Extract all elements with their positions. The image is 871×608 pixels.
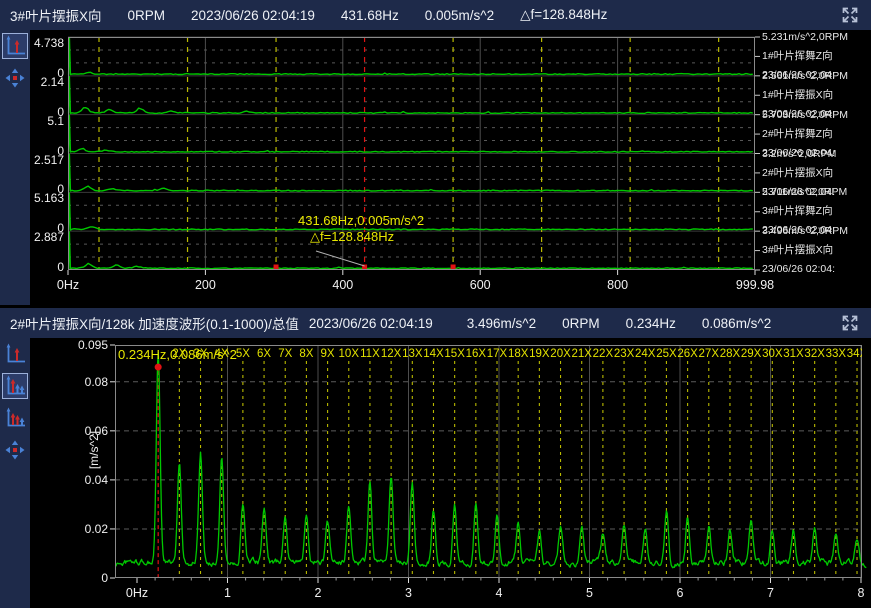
x-tick-label: 999.98	[736, 278, 774, 292]
trace-total-label: 3.2m/s^2,0RPM	[762, 148, 836, 161]
harmonic-spectrum-canvas[interactable]	[115, 345, 862, 578]
band-ymin-label: 0	[30, 182, 64, 196]
trace-total-label: 5.231m/s^2,0RPM	[762, 31, 848, 44]
panel2-rpm-readout: 0RPM	[562, 316, 600, 331]
trace-total-label: 5.711m/s^2,0RPM	[762, 186, 847, 199]
band-ymax-label: 5.1	[30, 114, 64, 128]
trace-channel-label: 3#叶片挥舞Z向	[762, 205, 833, 218]
y-tick-label: 0.06	[50, 424, 108, 438]
panel1-delta-f: △f=128.848Hz	[520, 7, 607, 23]
trace-channel-label: 2#叶片挥舞Z向	[762, 128, 833, 141]
panel1-content: 4.73802.1405.102.51705.16302.88705.231m/…	[0, 30, 871, 305]
panel2-cursor-frequency: 0.234Hz	[626, 316, 676, 331]
sidebar-tool-pan-move[interactable]	[2, 65, 28, 91]
sidebar-tool-spectrum-harmonics[interactable]	[2, 405, 28, 431]
band-ymin-label: 0	[30, 66, 64, 80]
expand-icon[interactable]	[839, 4, 861, 26]
spectrum-single-icon	[4, 343, 26, 365]
x-tick-label: 3	[405, 586, 412, 600]
trace-date-label: 23/06/26 02:04:	[762, 69, 835, 82]
band-ymin-label: 0	[30, 105, 64, 119]
panel1-sidebar	[0, 30, 30, 305]
panel2-plot-area[interactable]: 2X3X4X5X6X7X8X9X10X11X12X13X14X15X16X17X…	[30, 338, 871, 608]
trace-date-label: 23/06/26 02:04:	[762, 186, 835, 199]
y-tick-label: 0.095	[50, 338, 108, 352]
panel1-datetime: 2023/06/26 02:04:19	[191, 8, 315, 23]
x-tick-label: 7	[767, 586, 774, 600]
trace-channel-label: 1#叶片摆振X向	[762, 89, 833, 102]
x-tick-label: 200	[195, 278, 216, 292]
x-tick-label: 8	[858, 586, 865, 600]
panel1-plot-area[interactable]: 4.73802.1405.102.51705.16302.88705.231m/…	[30, 30, 871, 305]
panel2-content: 2X3X4X5X6X7X8X9X10X11X12X13X14X15X16X17X…	[0, 338, 871, 608]
x-tick-label: 4	[496, 586, 503, 600]
x-tick-label: 600	[470, 278, 491, 292]
band-ymax-label: 4.738	[30, 36, 64, 50]
expand-arrows-icon	[840, 5, 860, 25]
band-ymax-label: 5.163	[30, 191, 64, 205]
band-ymin-label: 0	[30, 221, 64, 235]
trace-channel-label: 1#叶片挥舞Z向	[762, 50, 833, 63]
band-ymin-label: 0	[30, 144, 64, 158]
trace-total-label: 2.561m/s^2,0RPM	[762, 70, 848, 83]
pan-move-icon	[4, 439, 26, 461]
vibration-analysis-app: { "colors":{"chrome":"#1e2a4a","trace":"…	[0, 0, 871, 608]
band-ymax-label: 2.887	[30, 230, 64, 244]
y-tick-label: 0.02	[50, 522, 108, 536]
panel2-cursor-amplitude: 0.086m/s^2	[702, 316, 771, 331]
panel2-total-value: 3.496m/s^2	[467, 316, 536, 331]
panel1-titlebar: 3#叶片摆振X向 0RPM 2023/06/26 02:04:19 431.68…	[0, 0, 871, 30]
x-tick-label: 5	[586, 586, 593, 600]
x-tick-label: 1	[224, 586, 231, 600]
x-tick-label: 400	[332, 278, 353, 292]
y-tick-label: 0.08	[50, 375, 108, 389]
band-ymax-label: 2.517	[30, 153, 64, 167]
trace-date-label: 23/06/26 02:04:	[762, 263, 835, 276]
sidebar-tool-spectrum-single[interactable]	[2, 341, 28, 367]
panel1-cursor-frequency: 431.68Hz	[341, 8, 399, 23]
panel2-titlebar: 2#叶片摆振X向/128k 加速度波形(0.1-1000)/总值 2023/06…	[0, 308, 871, 338]
panel2-sidebar	[0, 338, 30, 608]
y-tick-label: 0.04	[50, 473, 108, 487]
x-tick-label: 6	[677, 586, 684, 600]
trace-total-label: 3.496m/s^2,0RPM	[762, 225, 848, 238]
trace-channel-label: 2#叶片摆振X向	[762, 167, 833, 180]
sidebar-tool-spectrum-multi[interactable]	[2, 373, 28, 399]
band-ymax-label: 2.14	[30, 75, 64, 89]
band-ymin-label: 0	[30, 260, 64, 274]
y-tick-label: 0	[50, 571, 108, 585]
expand-arrows-icon	[840, 313, 860, 333]
y-axis-unit: [m/s^2]	[87, 413, 103, 487]
panel-harmonic-spectrum: 2#叶片摆振X向/128k 加速度波形(0.1-1000)/总值 2023/06…	[0, 308, 871, 608]
panel-stacked-spectra: 3#叶片摆振X向 0RPM 2023/06/26 02:04:19 431.68…	[0, 0, 871, 305]
expand-icon[interactable]	[839, 312, 861, 334]
trace-date-label: 23/06/26 02:04:	[762, 224, 835, 237]
trace-date-label: 23/06/26 02:04:	[762, 108, 835, 121]
x-tick-label: 0Hz	[57, 278, 79, 292]
trace-total-label: 5.703m/s^2,0RPM	[762, 109, 848, 122]
x-tick-label: 2	[315, 586, 322, 600]
x-tick-label: 800	[607, 278, 628, 292]
panel2-datetime: 2023/06/26 02:04:19	[309, 316, 433, 331]
x-tick-label: 0Hz	[126, 586, 148, 600]
spectrum-harmonics-icon	[4, 407, 26, 429]
stacked-spectra-canvas[interactable]	[68, 37, 755, 270]
sidebar-tool-spectrum-single[interactable]	[2, 33, 28, 59]
panel1-cursor-amplitude: 0.005m/s^2	[425, 8, 494, 23]
spectrum-single-icon	[4, 35, 26, 57]
sidebar-tool-pan-move[interactable]	[2, 437, 28, 463]
panel1-rpm-readout: 0RPM	[128, 8, 166, 23]
panel2-channel-config: 2#叶片摆振X向/128k 加速度波形(0.1-1000)/总值	[10, 313, 299, 333]
spectrum-multi-icon	[4, 375, 26, 397]
panel1-channel-name: 3#叶片摆振X向	[10, 5, 102, 25]
trace-date-label: 23/06/26 02:04:	[762, 147, 835, 160]
pan-move-icon	[4, 67, 26, 89]
trace-channel-label: 3#叶片摆振X向	[762, 244, 833, 257]
